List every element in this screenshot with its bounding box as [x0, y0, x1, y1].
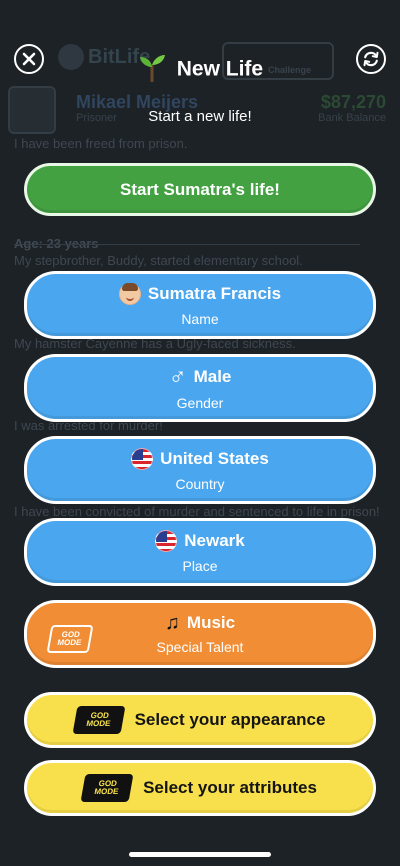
log-divider: [14, 244, 360, 245]
attributes-label: Select your attributes: [143, 778, 317, 797]
start-life-button[interactable]: Start Sumatra's life!: [24, 163, 376, 216]
country-caption: Country: [175, 476, 225, 492]
us-flag-icon: [155, 530, 178, 552]
modal-title: New Life: [0, 52, 400, 88]
name-selector[interactable]: Sumatra Francis Name: [24, 271, 376, 339]
log-line: I have been freed from prison.: [14, 136, 188, 151]
country-value: United States: [160, 449, 269, 468]
male-symbol-icon: ♂: [168, 363, 187, 390]
gender-caption: Gender: [176, 395, 224, 411]
place-caption: Place: [182, 558, 218, 574]
home-indicator[interactable]: [129, 852, 271, 857]
god-mode-badge: GOD MODE: [80, 774, 134, 802]
god-mode-badge: GOD MODE: [46, 625, 94, 653]
country-selector[interactable]: United States Country: [24, 436, 376, 504]
name-value: Sumatra Francis: [147, 284, 282, 303]
god-mode-badge: GOD MODE: [72, 706, 126, 734]
talent-caption: Special Talent: [156, 639, 244, 655]
talent-value: Music: [186, 613, 236, 632]
modal-subtitle: Start a new life!: [148, 108, 252, 125]
gender-value: Male: [193, 367, 232, 386]
log-line: I have been convicted of murder and sent…: [14, 504, 380, 519]
music-note-icon: ♫: [164, 612, 180, 634]
special-talent-selector[interactable]: GOD MODE ♫ Music Special Talent: [24, 600, 376, 668]
sprout-icon: [137, 52, 167, 88]
gender-selector[interactable]: ♂ Male Gender: [24, 354, 376, 422]
place-selector[interactable]: Newark Place: [24, 518, 376, 586]
title-text: New Life: [176, 57, 264, 81]
name-caption: Name: [181, 311, 219, 327]
appearance-label: Select your appearance: [134, 710, 326, 729]
select-attributes-button[interactable]: GOD MODE Select your attributes: [24, 760, 376, 816]
avatar-icon: [118, 283, 141, 305]
log-line: My stepbrother, Buddy, started elementar…: [14, 253, 303, 268]
us-flag-icon: [131, 448, 154, 470]
place-value: Newark: [184, 531, 245, 550]
select-appearance-button[interactable]: GOD MODE Select your appearance: [24, 692, 376, 748]
start-life-label: Start Sumatra's life!: [120, 179, 280, 199]
